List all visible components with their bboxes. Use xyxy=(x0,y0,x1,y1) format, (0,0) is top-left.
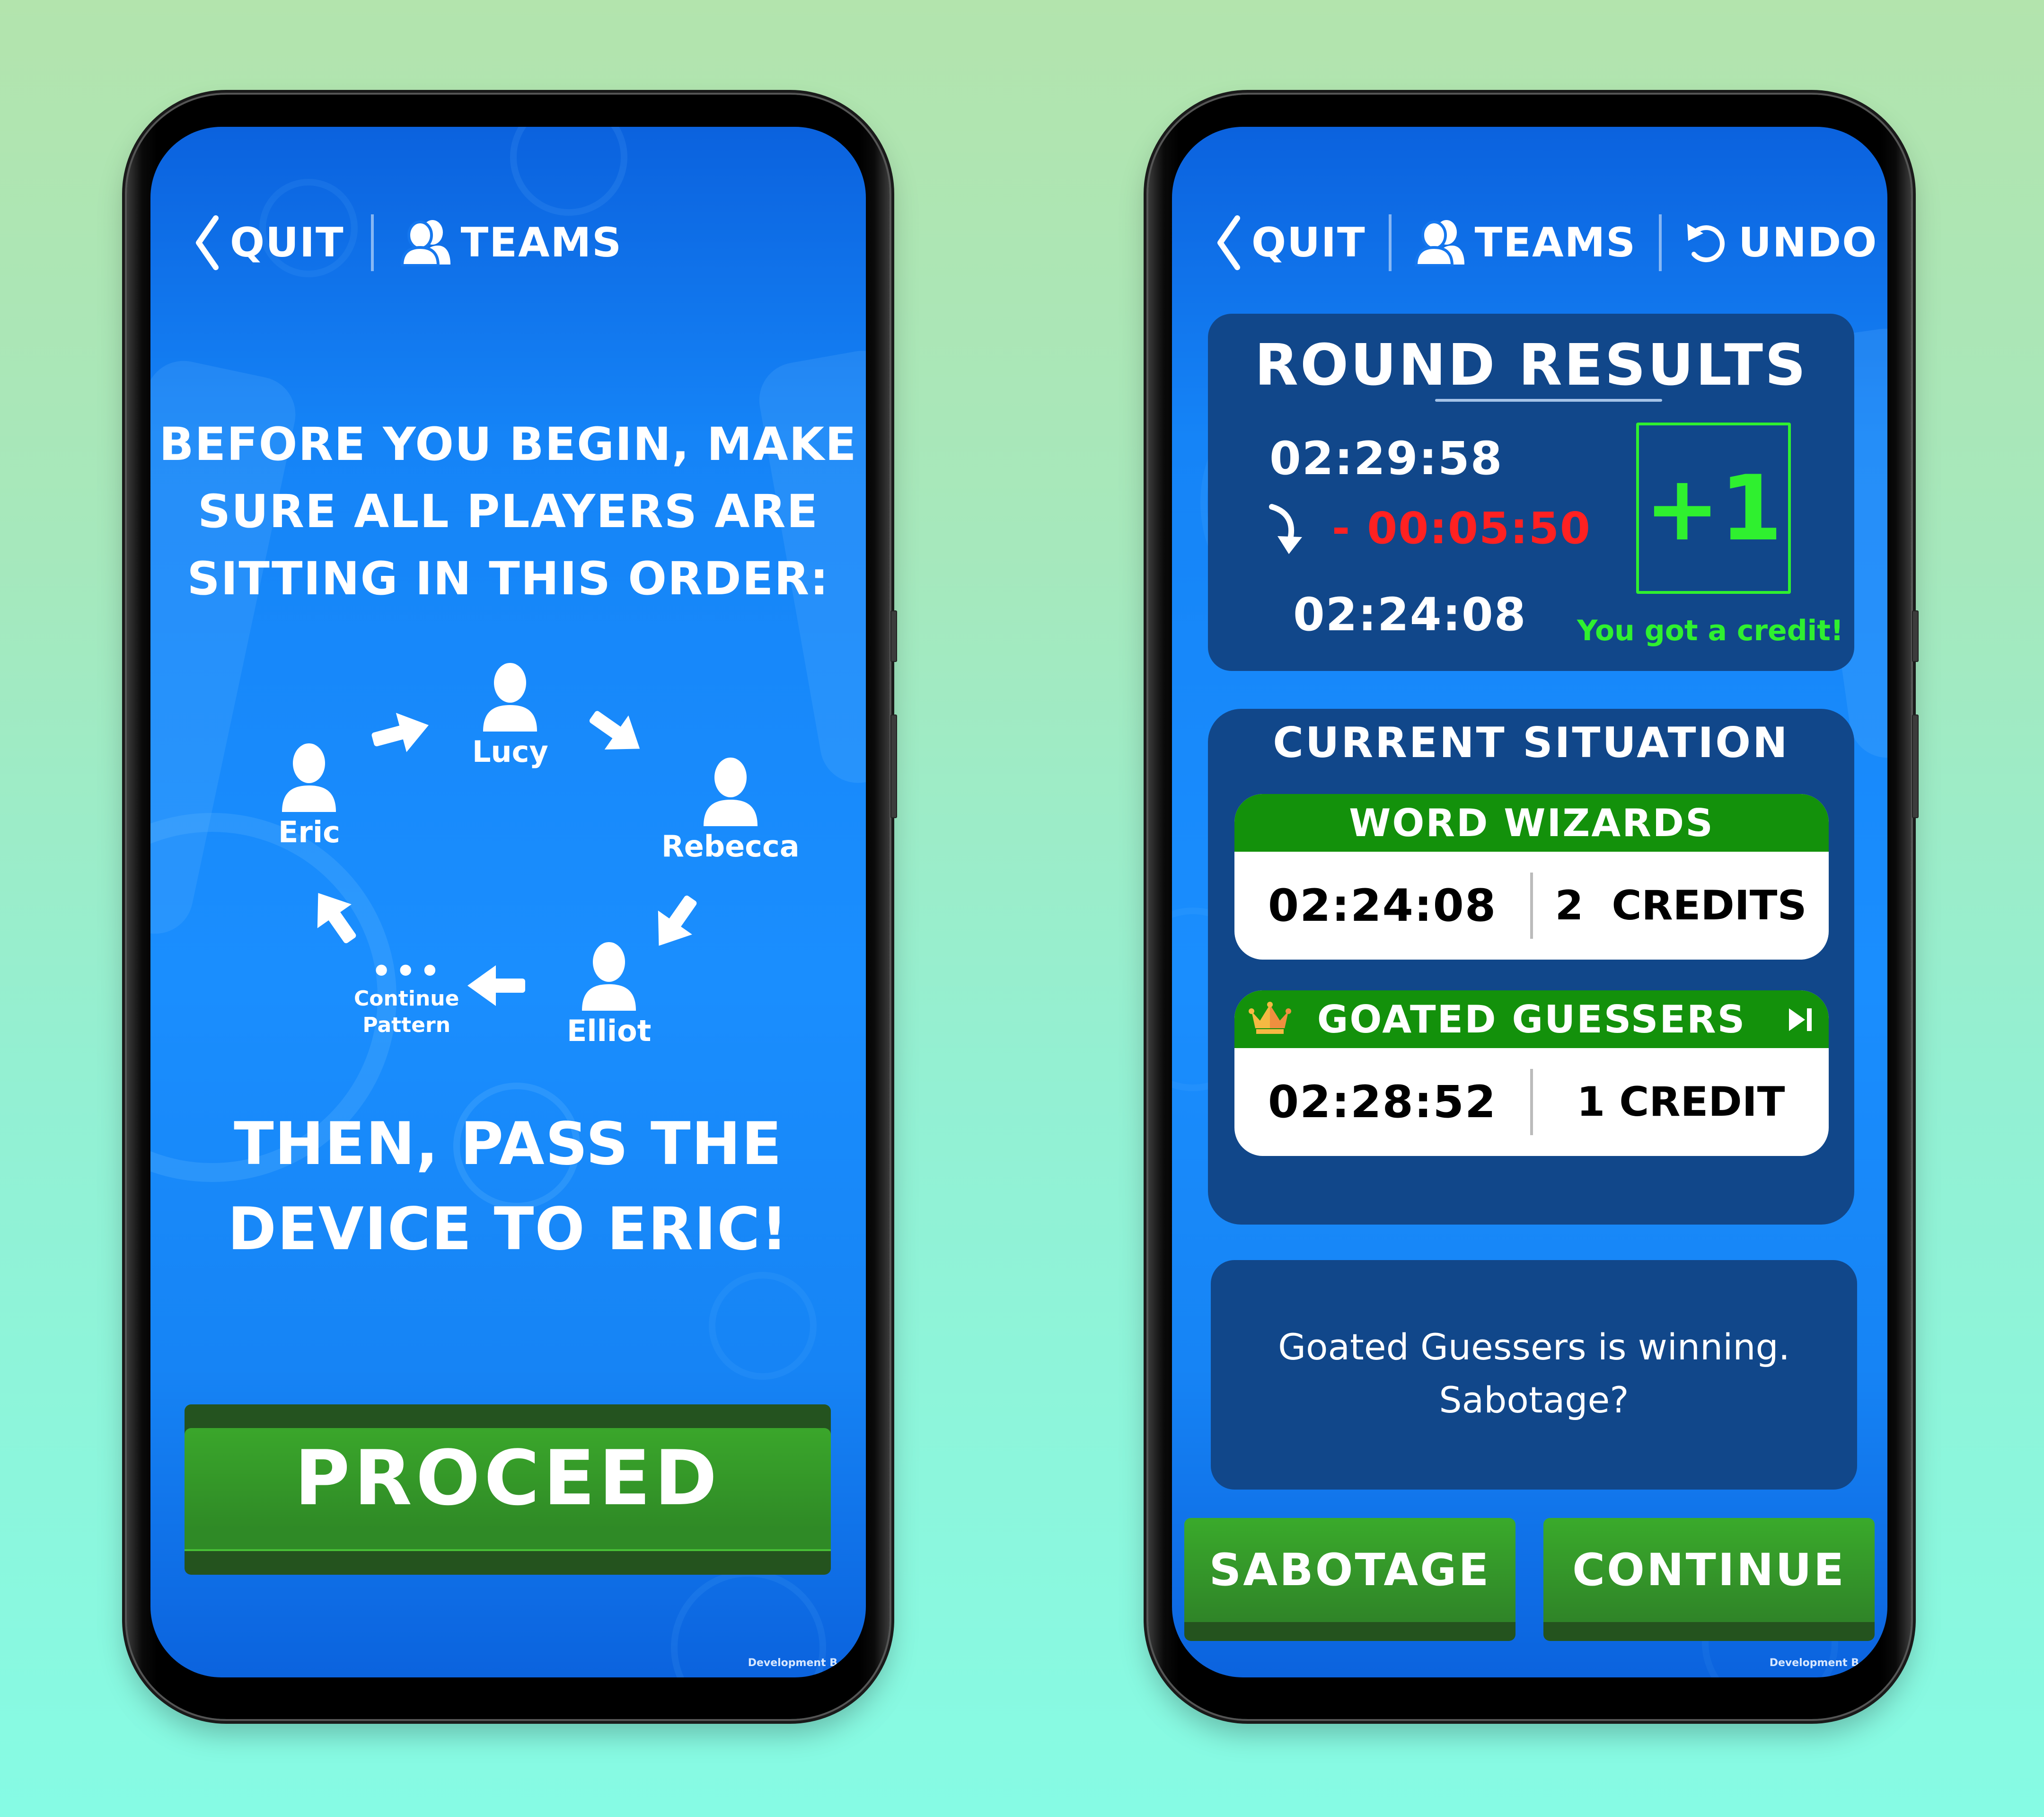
current-turn-icon xyxy=(1789,1008,1812,1031)
stopwatch-decoration xyxy=(510,127,627,216)
team-time: 02:24:08 xyxy=(1268,880,1497,932)
curved-arrow-down-icon xyxy=(1269,504,1302,554)
volume-button xyxy=(1912,610,1919,662)
credit-delta-box: +1 xyxy=(1636,423,1791,594)
teams-label: TEAMS xyxy=(1474,219,1637,266)
team-credits: 1 CREDIT xyxy=(1577,1078,1785,1126)
team-name: WORD WIZARDS xyxy=(1349,801,1714,845)
users-icon xyxy=(400,220,450,266)
quit-button[interactable]: QUIT xyxy=(193,214,344,271)
team-name: GOATED GUESSERS xyxy=(1317,997,1746,1041)
person-icon xyxy=(483,663,537,732)
sabotage-button[interactable]: SABOTAGE xyxy=(1184,1518,1515,1641)
arrow-down-left-icon xyxy=(658,895,697,946)
team-header: WORD WIZARDS xyxy=(1234,794,1829,852)
users-icon xyxy=(1414,220,1464,266)
prompt-line: Sabotage? xyxy=(1439,1379,1629,1421)
instruction-line: SURE ALL PLAYERS ARE xyxy=(197,485,819,538)
continue-button[interactable]: CONTINUE xyxy=(1543,1518,1875,1641)
current-situation-title: CURRENT SITUATION xyxy=(1273,718,1789,767)
seating-instruction: BEFORE YOU BEGIN, MAKE SURE ALL PLAYERS … xyxy=(150,411,866,612)
nav-divider xyxy=(370,214,374,271)
player-name: Rebecca xyxy=(661,829,800,864)
quit-label: QUIT xyxy=(230,219,344,266)
undo-icon xyxy=(1687,224,1725,263)
player-seat-lucy: Lucy xyxy=(472,662,548,769)
time-deduction: - 00:05:50 xyxy=(1332,503,1591,554)
sabotage-label: SABOTAGE xyxy=(1209,1544,1491,1596)
credit-message: You got a credit! xyxy=(1577,614,1844,647)
teams-button[interactable]: TEAMS xyxy=(1414,219,1637,266)
credit-delta: +1 xyxy=(1644,456,1783,561)
team-header: GOATED GUESSERS xyxy=(1234,990,1829,1048)
player-name: Eric xyxy=(278,815,340,849)
title-underline xyxy=(1435,399,1662,402)
player-name: Lucy xyxy=(472,734,548,769)
phone-frame-right: QUIT TEAMS UNDO ROUND RESULTS 02:29:58 -… xyxy=(1148,95,1919,1719)
team-card: WORD WIZARDS 02:24:08 2 CREDITS xyxy=(1234,794,1829,960)
stopwatch-decoration xyxy=(709,1272,817,1380)
round-results-title: ROUND RESULTS xyxy=(1254,333,1808,398)
person-icon xyxy=(703,758,758,826)
quit-button[interactable]: QUIT xyxy=(1215,214,1366,271)
development-build-label: Development B xyxy=(748,1657,837,1669)
continue-pattern-label: Continue xyxy=(354,987,459,1011)
round-results-screen: QUIT TEAMS UNDO ROUND RESULTS 02:29:58 -… xyxy=(1172,127,1887,1677)
instruction-line: BEFORE YOU BEGIN, MAKE xyxy=(159,418,857,471)
team-card-current: GOATED GUESSERS 02:28:52 1 CREDIT xyxy=(1234,990,1829,1156)
proceed-button[interactable]: PROCEED xyxy=(185,1404,831,1575)
undo-label: UNDO xyxy=(1738,219,1878,266)
player-name: Elliot xyxy=(567,1014,652,1048)
team-stats: 02:24:08 2 CREDITS xyxy=(1234,852,1829,960)
pass-device-instruction: THEN, PASS THE DEVICE TO ERIC! xyxy=(150,1102,866,1272)
arrow-up-left-icon xyxy=(317,893,356,944)
teams-button[interactable]: TEAMS xyxy=(400,219,623,266)
nav-divider xyxy=(1659,214,1662,271)
continue-label: CONTINUE xyxy=(1572,1544,1846,1596)
instruction-line: DEVICE TO ERIC! xyxy=(228,1195,789,1263)
proceed-label: PROCEED xyxy=(294,1433,721,1522)
chevron-left-icon xyxy=(1217,215,1240,270)
ellipsis-icon: ••• xyxy=(370,949,443,993)
phone-frame-left: QUIT TEAMS BEFORE YOU BEGIN, MAKE SURE A… xyxy=(127,95,897,1719)
prompt-line: Goated Guessers is winning. xyxy=(1278,1326,1790,1368)
arrow-right-icon xyxy=(371,713,429,752)
arrow-left-icon xyxy=(467,965,525,1006)
start-time: 02:29:58 xyxy=(1269,432,1503,485)
top-nav: QUIT TEAMS xyxy=(193,212,622,273)
crown-icon xyxy=(1249,1002,1291,1034)
player-seat-elliot: Elliot xyxy=(567,941,651,1048)
development-build-label: Development B xyxy=(1769,1657,1859,1669)
end-time: 02:24:08 xyxy=(1293,588,1527,641)
continue-pattern: ••• Continue Pattern xyxy=(354,949,459,1039)
round-results-panel: ROUND RESULTS 02:29:58 - 00:05:50 02:24:… xyxy=(1208,314,1854,671)
sabotage-prompt: Goated Guessers is winning. Sabotage? xyxy=(1211,1321,1857,1427)
team-time: 02:28:52 xyxy=(1268,1076,1497,1128)
instruction-line: THEN, PASS THE xyxy=(234,1110,783,1178)
player-seat-eric: Eric xyxy=(278,742,340,849)
chevron-left-icon xyxy=(196,215,219,270)
current-situation-panel: CURRENT SITUATION WORD WIZARDS 02:24:08 … xyxy=(1208,709,1854,1225)
team-credits: 2 CREDITS xyxy=(1555,882,1807,929)
undo-button[interactable]: UNDO xyxy=(1684,219,1877,266)
quit-label: QUIT xyxy=(1251,219,1366,266)
instruction-line: SITTING IN THIS ORDER: xyxy=(187,552,829,605)
person-icon xyxy=(582,942,636,1011)
person-icon xyxy=(282,743,336,812)
seating-order-screen: QUIT TEAMS BEFORE YOU BEGIN, MAKE SURE A… xyxy=(150,127,866,1677)
teams-label: TEAMS xyxy=(460,219,623,266)
sabotage-prompt-panel: Goated Guessers is winning. Sabotage? xyxy=(1211,1260,1857,1490)
player-seat-rebecca: Rebecca xyxy=(661,756,800,864)
power-button xyxy=(890,714,897,818)
power-button xyxy=(1912,714,1919,818)
arrow-down-right-icon xyxy=(589,711,640,750)
continue-pattern-label: Pattern xyxy=(362,1013,451,1037)
team-stats: 02:28:52 1 CREDIT xyxy=(1234,1048,1829,1156)
volume-button xyxy=(890,610,897,662)
top-nav: QUIT TEAMS UNDO xyxy=(1215,212,1877,273)
nav-divider xyxy=(1388,214,1392,271)
